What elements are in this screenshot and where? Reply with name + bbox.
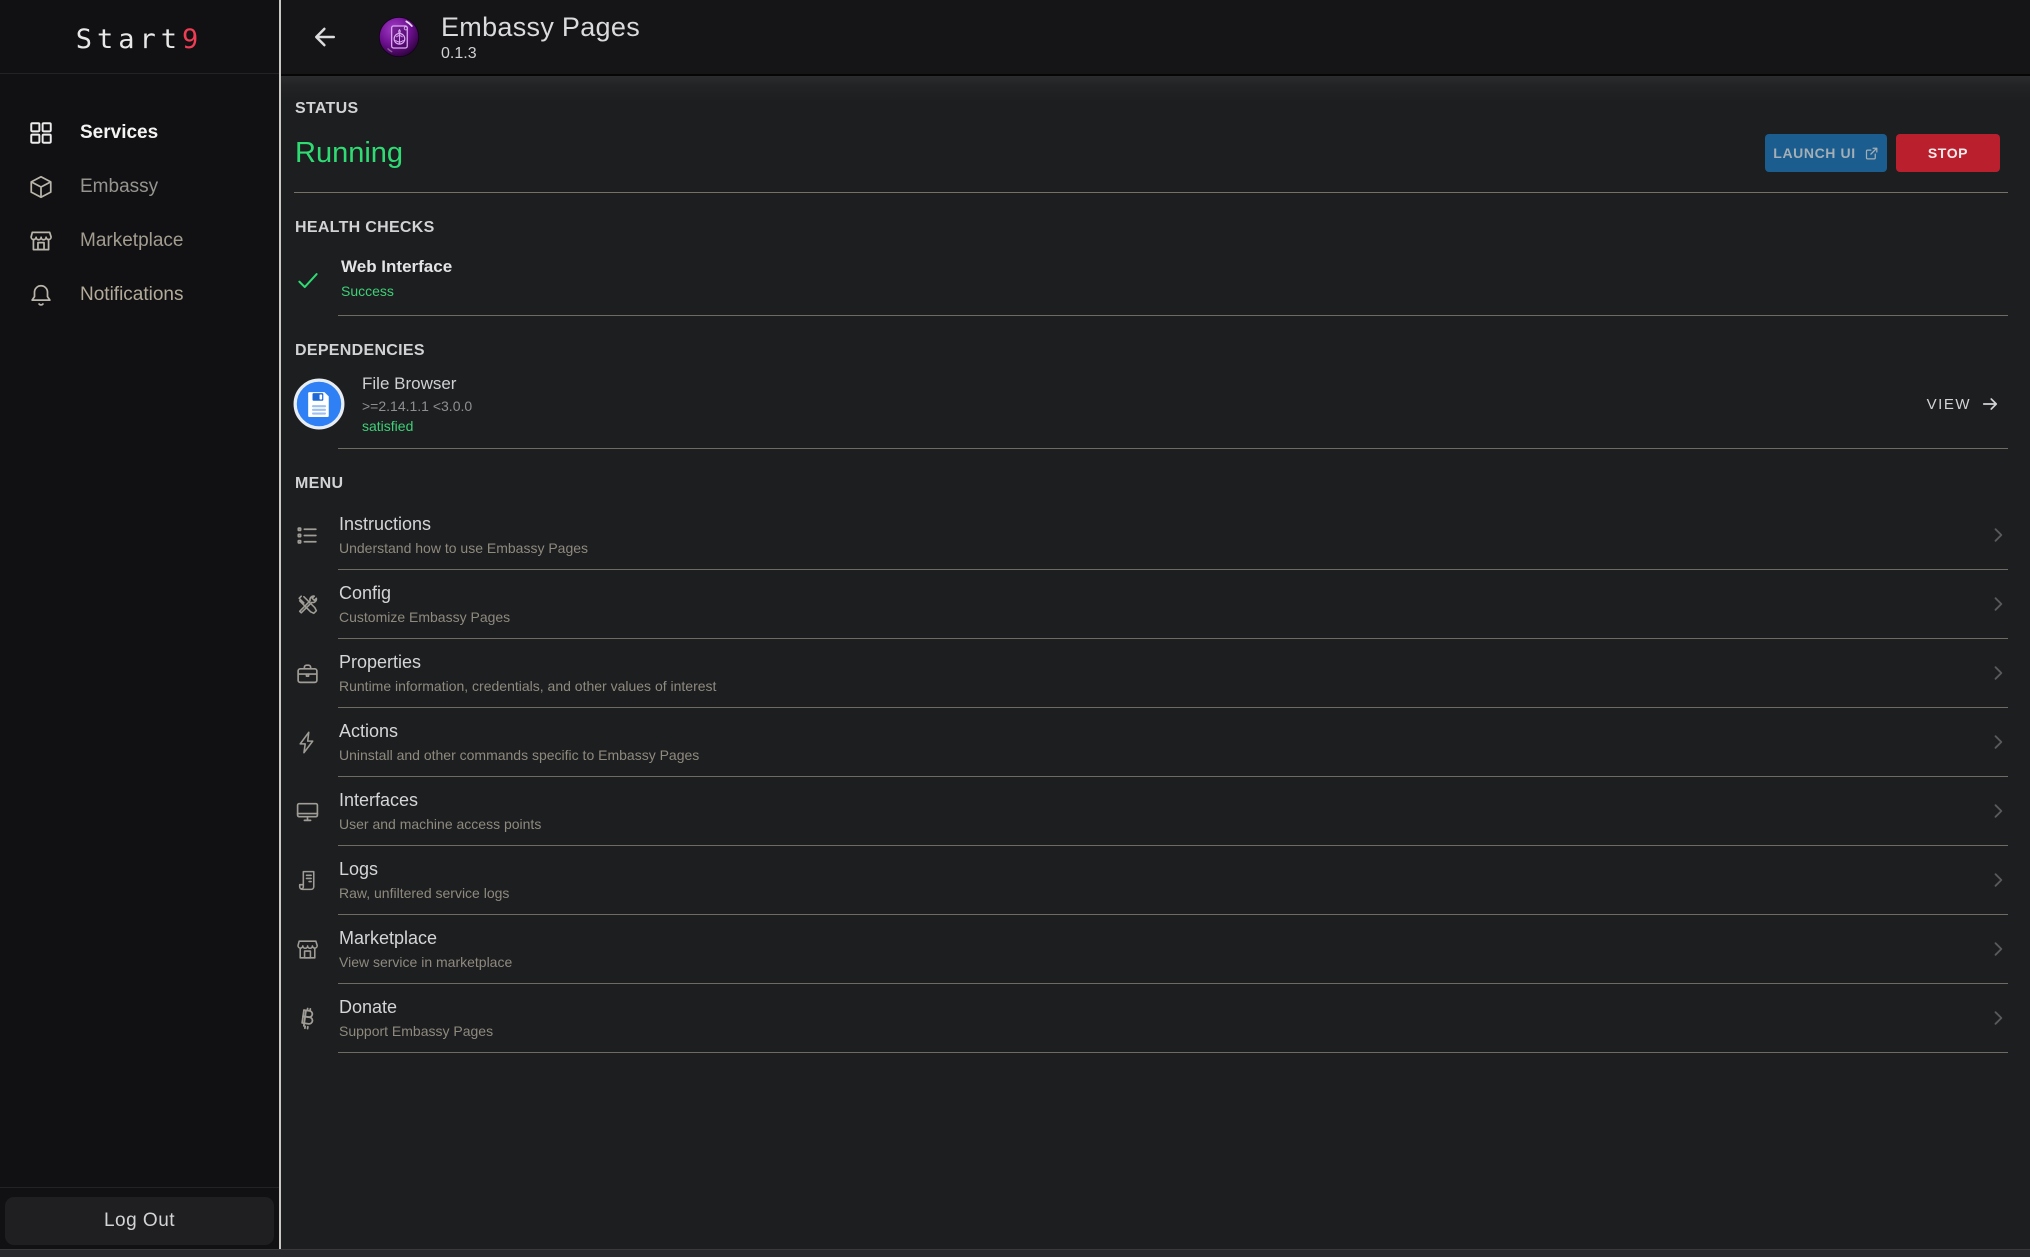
back-button[interactable] — [305, 17, 345, 57]
chevron-right-icon — [1988, 801, 2008, 821]
arrow-forward-icon — [1980, 394, 2000, 414]
logo-text: Start — [76, 24, 182, 55]
menu-item-instructions[interactable]: Instructions Understand how to use Embas… — [281, 501, 2030, 569]
sidebar-item-services[interactable]: Services — [0, 106, 279, 160]
menu-item-subtitle: Uninstall and other commands specific to… — [339, 747, 699, 763]
start9-logo: Start9 — [0, 0, 279, 74]
dependency-view-button[interactable]: VIEW — [1927, 394, 2000, 414]
storefront-icon — [295, 937, 320, 962]
chevron-right-icon — [1988, 525, 2008, 545]
menu-item-logs[interactable]: Logs Raw, unfiltered service logs — [281, 846, 2030, 914]
receipt-icon — [295, 868, 320, 893]
chevron-right-icon — [1988, 939, 2008, 959]
status-buttons: LAUNCH UI STOP — [1765, 134, 2000, 172]
service-menu-list: Instructions Understand how to use Embas… — [281, 501, 2030, 1053]
health-check-status: Success — [341, 283, 452, 299]
menu-item-subtitle: Raw, unfiltered service logs — [339, 885, 509, 901]
header-titles: Embassy Pages 0.1.3 — [441, 12, 640, 63]
sidebar-item-embassy[interactable]: Embassy — [0, 160, 279, 214]
bottom-edge-strip — [0, 1249, 2030, 1257]
health-checks-section-label: HEALTH CHECKS — [281, 193, 2030, 237]
health-check-row: Web Interface Success — [281, 237, 2030, 315]
menu-item-title: Interfaces — [339, 790, 541, 811]
briefcase-icon — [295, 661, 320, 686]
dependency-title: File Browser — [362, 374, 472, 394]
storefront-icon — [28, 228, 54, 254]
menu-item-title: Properties — [339, 652, 716, 673]
view-label: VIEW — [1927, 396, 1971, 413]
bitcoin-icon — [295, 1006, 320, 1031]
menu-item-title: Logs — [339, 859, 509, 880]
menu-item-interfaces[interactable]: Interfaces User and machine access point… — [281, 777, 2030, 845]
menu-item-subtitle: Runtime information, credentials, and ot… — [339, 678, 716, 694]
chevron-right-icon — [1988, 663, 2008, 683]
menu-item-title: Config — [339, 583, 510, 604]
menu-item-config[interactable]: Config Customize Embassy Pages — [281, 570, 2030, 638]
sidebar-nav: Services Embassy — [0, 106, 279, 322]
dependency-status: satisfied — [362, 418, 472, 434]
sidebar-item-label: Embassy — [80, 176, 158, 198]
list-icon — [295, 523, 320, 548]
menu-item-subtitle: View service in marketplace — [339, 954, 512, 970]
status-row: Running LAUNCH UI STOP — [281, 118, 2030, 186]
sidebar-item-notifications[interactable]: Notifications — [0, 268, 279, 322]
logo-nine: 9 — [182, 24, 203, 55]
stop-button[interactable]: STOP — [1896, 134, 2000, 172]
flash-icon — [295, 730, 320, 755]
menu-item-actions[interactable]: Actions Uninstall and other commands spe… — [281, 708, 2030, 776]
dependency-version-range: >=2.14.1.1 <3.0.0 — [362, 398, 472, 414]
health-check-title: Web Interface — [341, 257, 452, 277]
menu-item-subtitle: User and machine access points — [339, 816, 541, 832]
bell-icon — [28, 282, 54, 308]
chevron-right-icon — [1988, 732, 2008, 752]
page-title: Embassy Pages — [441, 12, 640, 43]
sidebar-item-label: Marketplace — [80, 230, 184, 252]
menu-item-title: Instructions — [339, 514, 588, 535]
external-link-icon — [1864, 146, 1879, 161]
check-icon — [295, 267, 321, 293]
status-value: Running — [295, 137, 403, 170]
service-detail-content: STATUS Running LAUNCH UI STOP — [281, 76, 2030, 1257]
app-version: 0.1.3 — [441, 45, 640, 63]
page-header: Embassy Pages 0.1.3 — [281, 0, 2030, 76]
sidebar: Start9 Services Emba — [0, 0, 281, 1257]
menu-item-donate[interactable]: Donate Support Embassy Pages — [281, 984, 2030, 1052]
embassy-pages-app-icon — [377, 15, 421, 59]
menu-item-subtitle: Understand how to use Embassy Pages — [339, 540, 588, 556]
app-window: Start9 Services Emba — [0, 0, 2030, 1257]
status-section-label: STATUS — [281, 76, 2030, 118]
menu-item-subtitle: Support Embassy Pages — [339, 1023, 493, 1039]
sidebar-item-label: Services — [80, 122, 158, 144]
launch-ui-button[interactable]: LAUNCH UI — [1765, 134, 1887, 172]
dependencies-section-label: DEPENDENCIES — [281, 316, 2030, 360]
sidebar-footer: Log Out — [0, 1187, 279, 1257]
launch-ui-label: LAUNCH UI — [1773, 145, 1855, 161]
main-panel: Embassy Pages 0.1.3 STATUS Running LAUNC… — [281, 0, 2030, 1257]
grid-icon — [28, 120, 54, 146]
file-browser-icon — [293, 378, 345, 430]
menu-section-label: MENU — [281, 449, 2030, 493]
chevron-right-icon — [1988, 594, 2008, 614]
arrow-back-icon — [310, 22, 340, 52]
dependency-row[interactable]: File Browser >=2.14.1.1 <3.0.0 satisfied… — [281, 360, 2030, 448]
menu-item-marketplace[interactable]: Marketplace View service in marketplace — [281, 915, 2030, 983]
tools-icon — [295, 592, 320, 617]
cube-icon — [28, 174, 54, 200]
menu-item-title: Donate — [339, 997, 493, 1018]
desktop-icon — [295, 799, 320, 824]
menu-divider — [338, 1052, 2008, 1053]
sidebar-item-marketplace[interactable]: Marketplace — [0, 214, 279, 268]
logout-button[interactable]: Log Out — [5, 1197, 274, 1245]
menu-item-properties[interactable]: Properties Runtime information, credenti… — [281, 639, 2030, 707]
chevron-right-icon — [1988, 1008, 2008, 1028]
menu-item-subtitle: Customize Embassy Pages — [339, 609, 510, 625]
chevron-right-icon — [1988, 870, 2008, 890]
sidebar-item-label: Notifications — [80, 284, 184, 306]
menu-item-title: Actions — [339, 721, 699, 742]
menu-item-title: Marketplace — [339, 928, 512, 949]
